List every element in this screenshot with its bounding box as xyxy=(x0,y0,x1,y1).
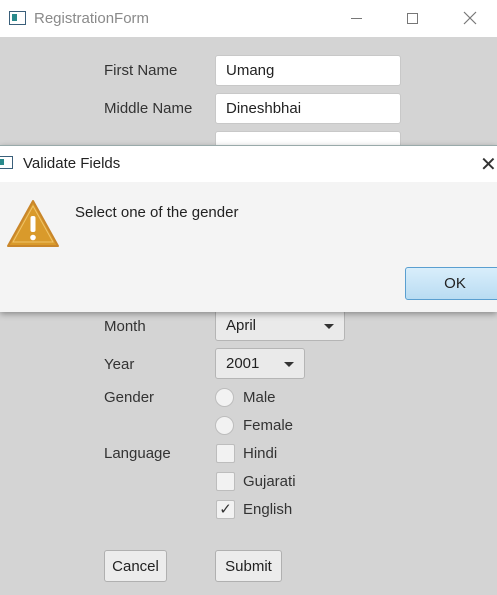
language-hindi-checkbox[interactable] xyxy=(216,444,235,463)
gender-male-radio[interactable] xyxy=(215,388,234,407)
chevron-down-icon xyxy=(324,324,334,329)
language-english-checkbox[interactable]: ✓ xyxy=(216,500,235,519)
first-name-label: First Name xyxy=(104,62,178,79)
maximize-icon xyxy=(406,12,418,24)
close-button[interactable] xyxy=(450,4,490,32)
gender-female-label: Female xyxy=(243,417,294,434)
minimize-icon xyxy=(350,17,362,19)
window-titlebar: RegistrationForm xyxy=(0,0,497,37)
gender-female-radio[interactable] xyxy=(215,416,234,435)
middle-name-field[interactable]: Dineshbhai xyxy=(215,93,401,124)
first-name-field[interactable]: Umang xyxy=(215,55,401,86)
app-icon xyxy=(9,11,26,25)
checkmark-icon: ✓ xyxy=(219,501,232,518)
minimize-button[interactable] xyxy=(336,4,376,32)
warning-icon xyxy=(7,200,59,247)
dialog-titlebar: Validate Fields ✕ xyxy=(0,146,497,182)
middle-name-label: Middle Name xyxy=(104,100,193,117)
cancel-button[interactable]: Cancel xyxy=(104,550,167,582)
language-english-label: English xyxy=(243,501,293,518)
app-icon xyxy=(0,156,13,169)
language-hindi-label: Hindi xyxy=(243,445,278,462)
ok-button[interactable]: OK xyxy=(405,267,497,300)
chevron-down-icon xyxy=(284,362,294,367)
validate-dialog: Validate Fields ✕ Select one of the gend… xyxy=(0,145,497,312)
language-gujarati-label: Gujarati xyxy=(243,473,296,490)
window-title: RegistrationForm xyxy=(34,10,150,27)
dialog-close-button[interactable]: ✕ xyxy=(480,152,497,177)
dialog-title: Validate Fields xyxy=(23,155,121,172)
dialog-message: Select one of the gender xyxy=(75,204,239,221)
gender-label: Gender xyxy=(104,389,155,406)
close-icon xyxy=(463,11,477,25)
gender-male-label: Male xyxy=(243,389,276,406)
year-value: 2001 xyxy=(226,355,260,372)
month-value: April xyxy=(226,317,257,334)
maximize-button[interactable] xyxy=(392,4,432,32)
language-label: Language xyxy=(104,445,171,462)
year-label: Year xyxy=(104,356,135,373)
month-label: Month xyxy=(104,318,146,335)
year-select[interactable]: 2001 xyxy=(215,348,305,379)
month-select[interactable]: April xyxy=(215,310,345,341)
language-gujarati-checkbox[interactable] xyxy=(216,472,235,491)
submit-button[interactable]: Submit xyxy=(215,550,282,582)
